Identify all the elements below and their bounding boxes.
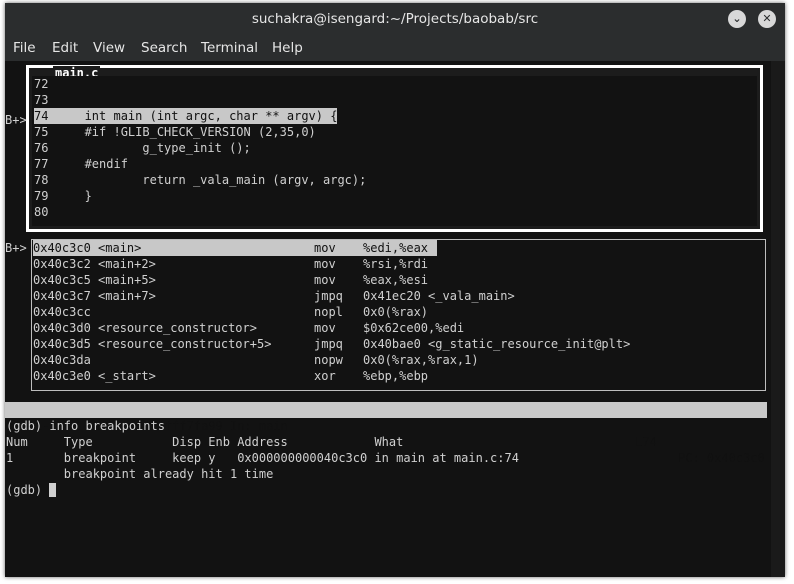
tui-status-bar: multi-thre Thread 0x7ffff7fa99 In: main …	[5, 402, 767, 465]
status-line: L74	[635, 435, 657, 449]
source-line: 80	[34, 205, 49, 219]
source-line: 79 }	[34, 189, 92, 203]
source-line: 72	[34, 77, 49, 91]
terminal-area[interactable]: main.c 72 73 74 int main (int argc, char…	[5, 61, 785, 577]
asm-line: 0x40c3e0 <_start> xor %ebp,%ebp	[33, 369, 429, 383]
source-line: 76 g_type_init ();	[34, 141, 251, 155]
source-line: 77 #endif	[34, 157, 128, 171]
asm-line-current: 0x40c3c0 <main> mov %edi,%eax	[33, 240, 437, 256]
source-window: main.c 72 73 74 int main (int argc, char…	[26, 65, 763, 232]
asm-line: 0x40c3da nopw 0x0(%rax,%rax,1)	[33, 353, 479, 367]
terminal-window: suchakra@isengard:~/Projects/baobab/src …	[5, 3, 785, 577]
console-line: breakpoint already hit 1 time	[6, 467, 274, 481]
menu-edit[interactable]: Edit	[52, 35, 78, 61]
text-cursor	[49, 483, 57, 497]
menu-help[interactable]: Help	[272, 35, 303, 61]
console-line: (gdb) info breakpoints	[6, 419, 165, 433]
gdb-prompt-line[interactable]: (gdb)	[6, 482, 57, 498]
menu-search[interactable]: Search	[141, 35, 187, 61]
window-title: suchakra@isengard:~/Projects/baobab/src	[251, 11, 539, 27]
asm-line: 0x40c3cc nopl 0x0(%rax)	[33, 305, 429, 319]
scrollbar-track[interactable]	[771, 61, 785, 577]
source-line: 78 return _vala_main (argv, argc);	[34, 173, 367, 187]
status-pc: PC: 0x40c3c0	[678, 451, 765, 465]
asm-line: 0x40c3d0 <resource_constructor> mov $0x62c…	[33, 321, 465, 335]
breakpoint-marker-source: B+>	[5, 113, 27, 127]
asm-line: 0x40c3c5 <main+5> mov %eax,%esi	[33, 273, 429, 287]
source-line: 73	[34, 93, 49, 107]
console-line: 1 breakpoint keep y 0x000000000040c3c0 i…	[6, 451, 519, 465]
source-window-content: 72 73 74 int main (int argc, char ** arg…	[32, 76, 757, 226]
asm-line: 0x40c3c2 <main+2> mov %rsi,%rdi	[33, 257, 429, 271]
title-bar: suchakra@isengard:~/Projects/baobab/src …	[5, 3, 785, 35]
gdb-prompt: (gdb)	[6, 483, 50, 497]
asm-line: 0x40c3c7 <main+7> jmpq 0x41ec20 <_vala_mai…	[33, 289, 515, 303]
breakpoint-marker-asm: B+>	[5, 241, 27, 255]
menu-bar: File Edit View Search Terminal Help	[5, 35, 785, 61]
minimize-icon[interactable]: ⌄	[728, 10, 746, 28]
close-icon[interactable]: ✕	[758, 10, 776, 28]
source-line: 75 #if !GLIB_CHECK_VERSION (2,35,0)	[34, 125, 316, 139]
menu-terminal[interactable]: Terminal	[201, 35, 258, 61]
console-line: Num Type Disp Enb Address What	[6, 435, 404, 449]
menu-file[interactable]: File	[13, 35, 36, 61]
asm-line: 0x40c3d5 <resource_constructor+5> jmpq 0x4…	[33, 337, 631, 351]
source-line-current: 74 int main (int argc, char ** argv) {	[34, 108, 338, 124]
menu-view[interactable]: View	[93, 35, 125, 61]
